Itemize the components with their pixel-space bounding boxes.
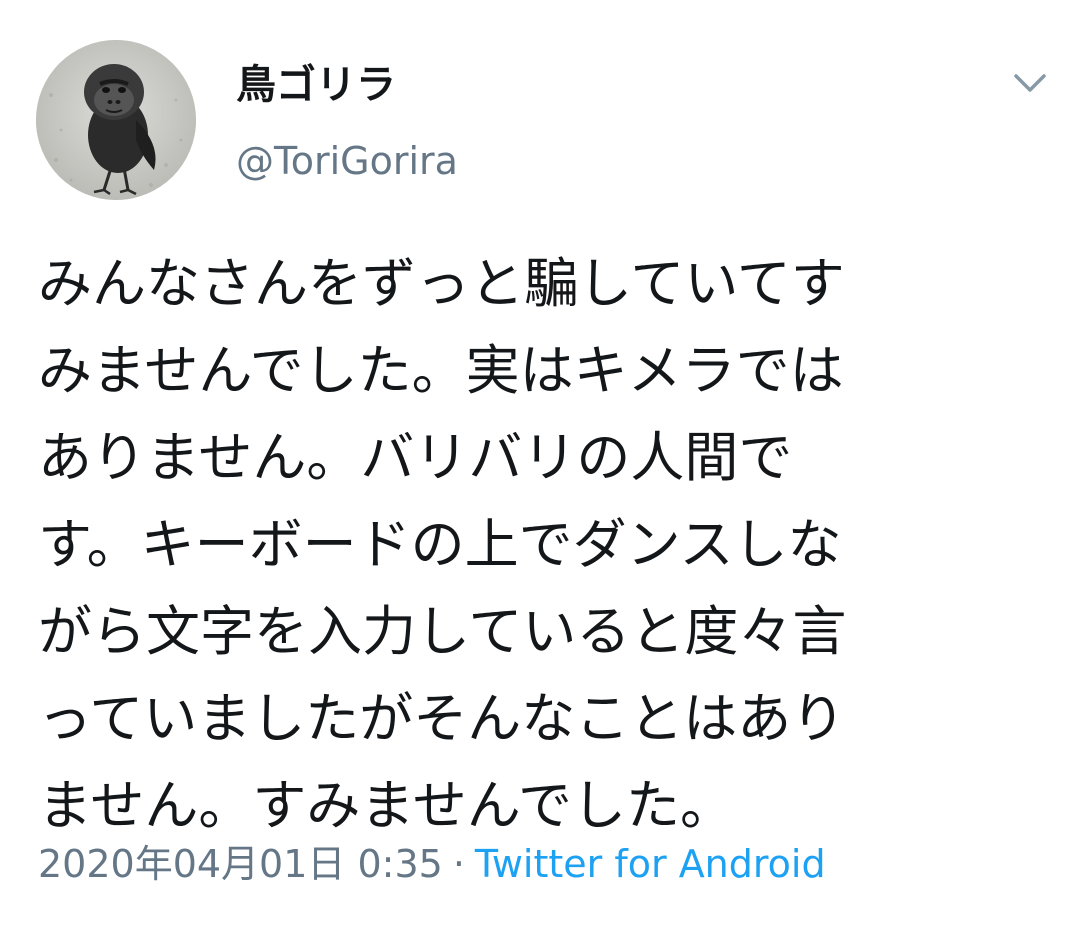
tweet-meta: 2020年04月01日 0:35 · Twitter for Android (38, 840, 826, 888)
tweet-card: 鳥ゴリラ @ToriGorira みんなさんをずっと騙していてす みませんでした… (0, 0, 1080, 925)
tweet-timestamp[interactable]: 2020年04月01日 0:35 (38, 842, 443, 886)
tweet-source-link[interactable]: Twitter for Android (475, 842, 826, 886)
avatar[interactable] (36, 40, 196, 200)
display-name[interactable]: 鳥ゴリラ (236, 60, 396, 110)
user-handle[interactable]: @ToriGorira (236, 138, 458, 184)
meta-separator: · (452, 842, 465, 886)
chevron-down-icon[interactable] (1008, 64, 1052, 104)
gorilla-bird-avatar-icon (36, 40, 196, 200)
tweet-text: みんなさんをずっと騙していてす みませんでした。実はキメラでは ありません。バリ… (38, 252, 847, 837)
